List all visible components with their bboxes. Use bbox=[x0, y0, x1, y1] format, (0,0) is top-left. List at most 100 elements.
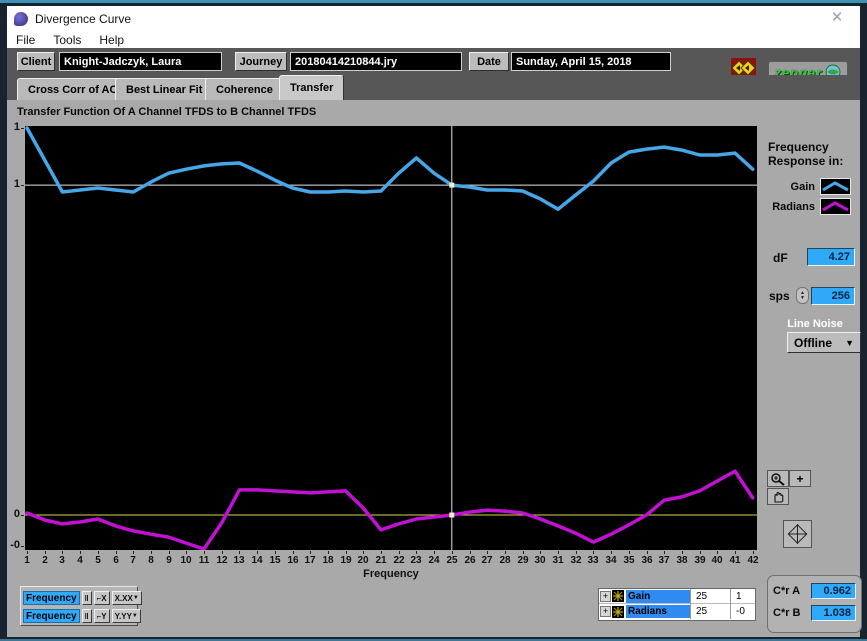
expand-icon[interactable]: + bbox=[600, 606, 611, 617]
pan-tool-button[interactable] bbox=[767, 488, 789, 505]
line-noise-dropdown[interactable]: Offline ▼ bbox=[787, 332, 861, 353]
journey-button[interactable]: Journey bbox=[235, 52, 287, 71]
crb-value-field[interactable]: 1.038 bbox=[810, 605, 856, 621]
cursor-marker[interactable] bbox=[449, 182, 455, 188]
x-tick-label: 34 bbox=[605, 555, 617, 566]
x-tick-mark bbox=[381, 551, 382, 554]
autoscale-button[interactable] bbox=[783, 520, 812, 548]
client-field[interactable]: Knight-Jadczyk, Laura bbox=[59, 52, 222, 71]
sps-value-field[interactable]: 256 bbox=[811, 287, 855, 305]
crb-label: C*r B bbox=[773, 607, 801, 619]
x-tick-mark bbox=[204, 551, 205, 554]
x-tick-mark bbox=[363, 551, 364, 554]
menu-file[interactable]: File bbox=[16, 33, 35, 47]
sps-spinner[interactable]: ▲ ▼ bbox=[796, 287, 809, 304]
x-tick-label: 5 bbox=[95, 555, 101, 566]
y-tick-label: 1 bbox=[13, 178, 20, 191]
x-tick-label: 18 bbox=[322, 555, 334, 566]
legend-gain-label: Gain bbox=[790, 180, 815, 193]
expand-icon[interactable]: + bbox=[600, 590, 611, 602]
x-tick-mark bbox=[186, 551, 187, 554]
x-tick-label: 26 bbox=[464, 555, 476, 566]
diamond-icon bbox=[787, 524, 808, 544]
x-tick-label: 31 bbox=[552, 555, 564, 566]
cursor-y-gain[interactable]: 1 bbox=[730, 588, 755, 604]
zoom-tool-button[interactable] bbox=[767, 470, 789, 487]
x-tick-mark bbox=[505, 551, 506, 554]
x-tick-mark bbox=[717, 551, 718, 554]
df-value-field[interactable]: 4.27 bbox=[807, 248, 855, 266]
x-tick-label: 1 bbox=[24, 555, 30, 566]
frequency-response-title: Frequency Response in: bbox=[768, 140, 844, 168]
series-radians bbox=[25, 469, 755, 551]
x-tick-label: 35 bbox=[623, 555, 635, 566]
y-paddle-icon[interactable]: ‖ bbox=[81, 609, 92, 623]
main-content: Transfer Function Of A Channel TFDS to B… bbox=[7, 100, 862, 637]
df-label: dF bbox=[773, 251, 788, 265]
cursor-y-radians[interactable]: -0 bbox=[730, 604, 755, 619]
close-icon[interactable]: ✕ bbox=[826, 8, 848, 28]
plus-icon: + bbox=[796, 471, 804, 486]
cursor-tool-button[interactable]: + bbox=[789, 470, 811, 487]
x-tick-mark bbox=[133, 551, 134, 554]
correlation-panel: C*r A 0.962 C*r B 1.038 bbox=[767, 575, 862, 633]
y-scale-lock-button[interactable]: ⌐Y bbox=[93, 609, 110, 623]
x-tick-mark bbox=[416, 551, 417, 554]
cursor-row-radians: + Radians 25 -0 bbox=[599, 604, 755, 619]
x-tick-mark bbox=[576, 551, 577, 554]
title-bar: Divergence Curve ✕ bbox=[7, 6, 860, 31]
x-format-button[interactable]: X.XX ▼ bbox=[111, 591, 142, 605]
x-tick-label: 21 bbox=[375, 555, 387, 566]
chart-title: Transfer Function Of A Channel TFDS to B… bbox=[17, 106, 317, 118]
x-tick-label: 10 bbox=[180, 555, 192, 566]
cursor-x-gain[interactable]: 25 bbox=[690, 588, 730, 604]
x-paddle-icon[interactable]: ‖ bbox=[81, 591, 92, 605]
x-tick-mark bbox=[257, 551, 258, 554]
axis-selector-panel: Frequency ‖ ⌐X X.XX ▼ Frequency ‖ ⌐Y Y.YY… bbox=[20, 586, 142, 626]
cursor-marker[interactable] bbox=[449, 512, 455, 518]
x-tick-mark bbox=[664, 551, 665, 554]
x-tick-label: 12 bbox=[216, 555, 228, 566]
x-tick-mark bbox=[169, 551, 170, 554]
gain-line-swatch[interactable] bbox=[820, 178, 851, 195]
client-button[interactable]: Client bbox=[17, 52, 55, 71]
y-format-button[interactable]: Y.YY ▼ bbox=[111, 609, 141, 623]
x-tick-label: 23 bbox=[410, 555, 422, 566]
tab-best-linear-fit[interactable]: Best Linear Fit bbox=[115, 78, 214, 100]
date-button[interactable]: Date bbox=[469, 52, 509, 71]
journey-field[interactable]: 20180414210844.jry bbox=[290, 52, 462, 71]
x-tick-mark bbox=[735, 551, 736, 554]
menu-help[interactable]: Help bbox=[99, 33, 124, 47]
x-tick-mark bbox=[452, 551, 453, 554]
x-tick-mark bbox=[346, 551, 347, 554]
x-tick-label: 4 bbox=[77, 555, 83, 566]
legend-radians-row: Radians bbox=[767, 198, 851, 215]
x-tick-mark bbox=[434, 551, 435, 554]
transfer-plot[interactable] bbox=[25, 126, 757, 551]
plot-area[interactable] bbox=[25, 126, 757, 551]
tab-transfer[interactable]: Transfer bbox=[279, 75, 345, 100]
x-axis-label: Frequency bbox=[363, 568, 419, 580]
x-tick-mark bbox=[328, 551, 329, 554]
cra-value-field[interactable]: 0.962 bbox=[810, 583, 856, 599]
x-tick-mark bbox=[593, 551, 594, 554]
x-axis-selector[interactable]: Frequency bbox=[23, 591, 80, 605]
tab-coherence[interactable]: Coherence bbox=[205, 78, 284, 100]
chevron-down-icon: ▼ bbox=[131, 613, 138, 619]
x-tick-mark bbox=[700, 551, 701, 554]
radians-line-swatch[interactable] bbox=[820, 198, 851, 215]
x-tick-mark bbox=[487, 551, 488, 554]
cursor-name-gain[interactable]: Gain bbox=[626, 589, 690, 603]
date-field[interactable]: Sunday, April 15, 2018 bbox=[511, 52, 671, 71]
cursor-name-radians[interactable]: Radians bbox=[626, 605, 690, 618]
cursor-x-radians[interactable]: 25 bbox=[690, 604, 730, 619]
x-scale-lock-button[interactable]: ⌐X bbox=[93, 591, 110, 605]
x-tick-label: 38 bbox=[676, 555, 688, 566]
menu-tools[interactable]: Tools bbox=[53, 33, 81, 47]
y-axis-selector-row: Frequency ‖ ⌐Y Y.YY ▼ bbox=[23, 608, 141, 624]
crb-row: C*r B 1.038 bbox=[773, 605, 856, 621]
y-axis-selector[interactable]: Frequency bbox=[23, 609, 80, 623]
x-tick-mark bbox=[98, 551, 99, 554]
y-tick-mark bbox=[21, 546, 24, 547]
x-tick-mark bbox=[45, 551, 46, 554]
